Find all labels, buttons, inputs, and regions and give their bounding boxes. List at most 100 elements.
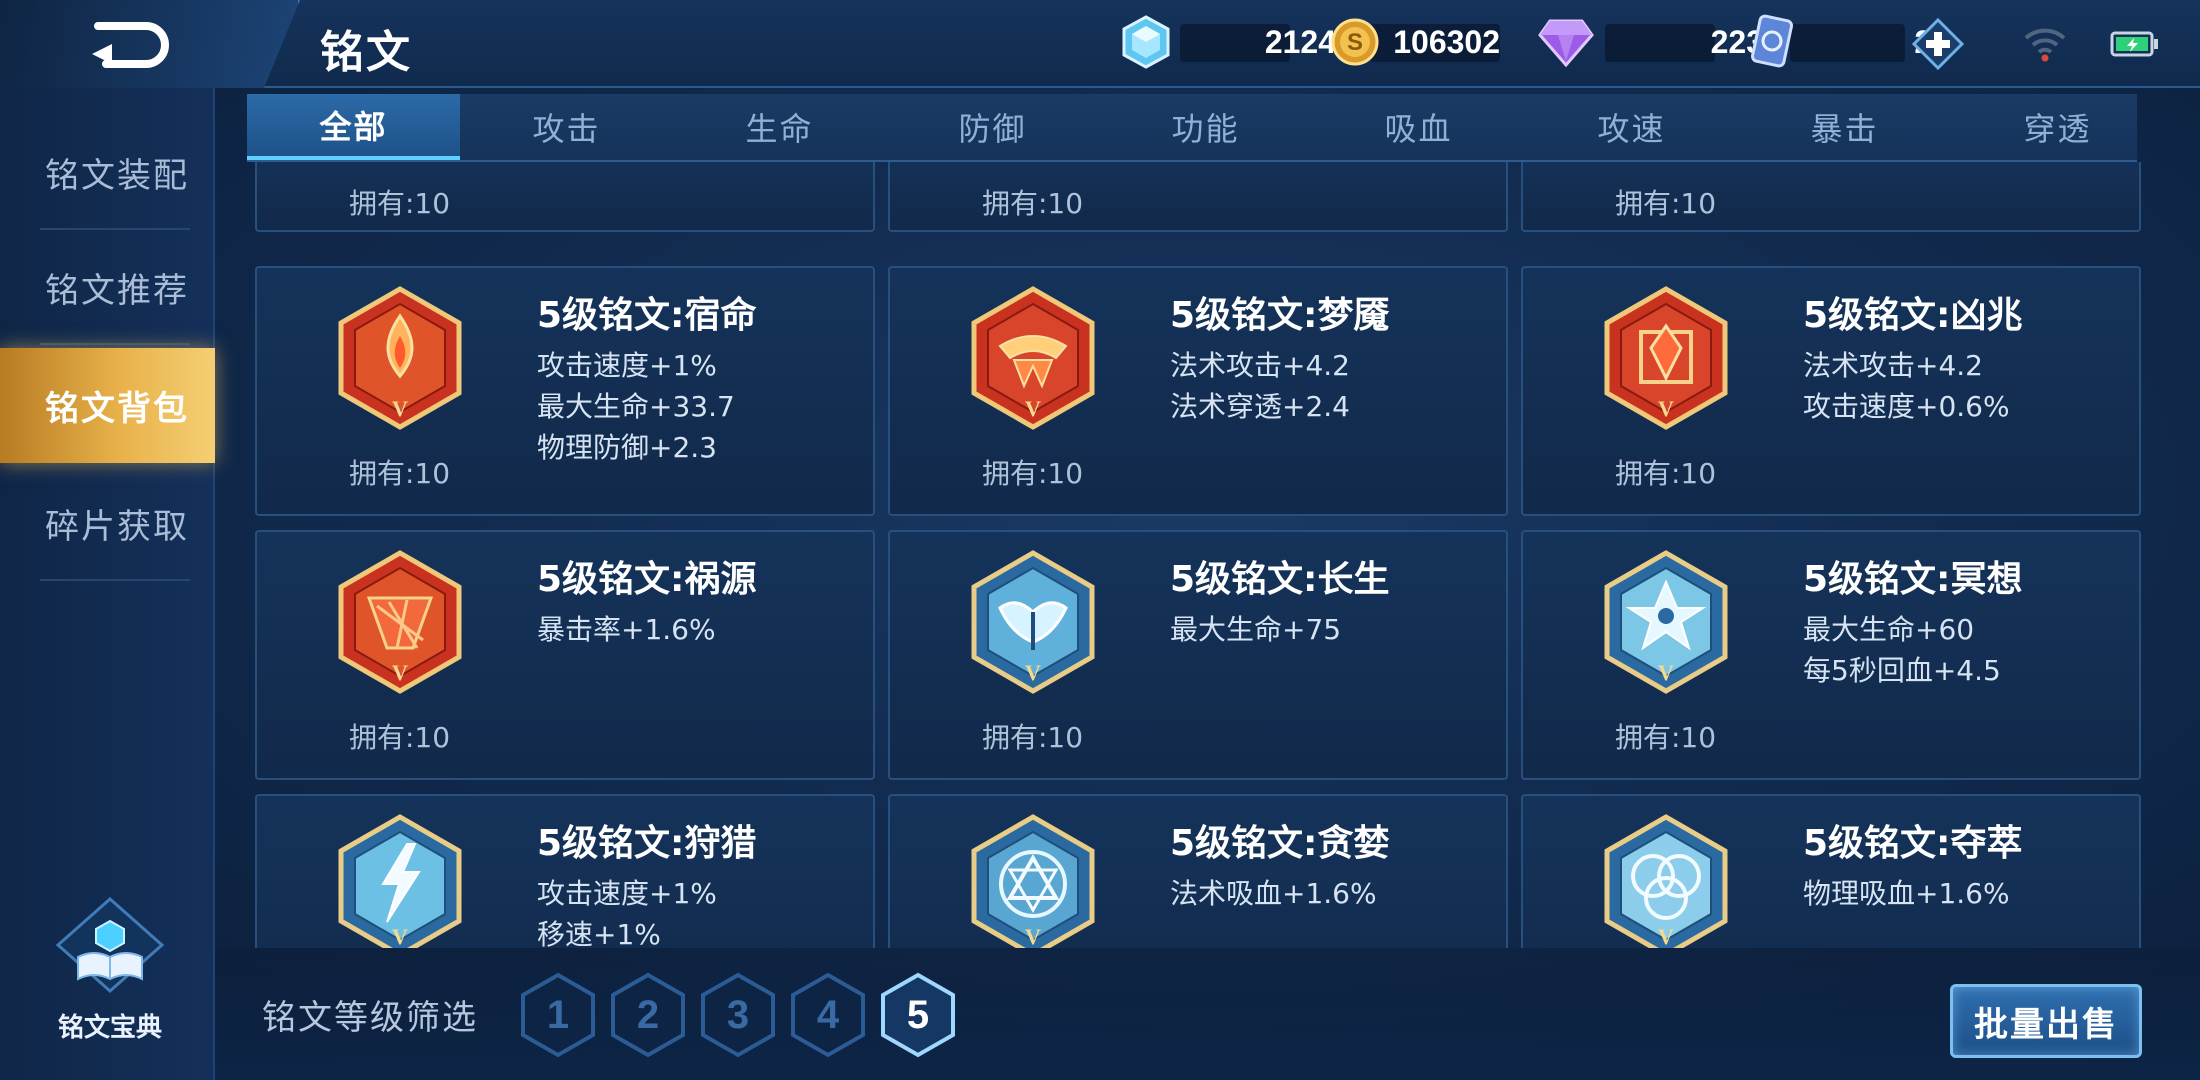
rune-name: 5级铭文:贪婪 [1170, 823, 1390, 864]
level-filter-label: 铭文等级筛选 [262, 998, 478, 1038]
category-tabs: 全部 攻击 生命 防御 功能 吸血 攻速 暴击 穿透 [247, 94, 2137, 162]
rune-name: 5级铭文:凶兆 [1803, 295, 2023, 336]
tab-crit[interactable]: 暴击 [1738, 94, 1951, 160]
resource-amount: 2124 [1264, 23, 1336, 60]
gold-coin-icon: S [1331, 18, 1379, 66]
owned-count: 拥有:10 [1615, 457, 1717, 490]
level-number: 5 [906, 992, 930, 1037]
resource-crystal[interactable]: 2124 [1120, 14, 1336, 70]
owned-count: 拥有:10 [349, 721, 451, 754]
rune-card-partial[interactable]: 拥有:10 [255, 162, 875, 232]
level-number: 4 [816, 992, 840, 1037]
tab-attack[interactable]: 攻击 [460, 94, 673, 160]
rune-stat: 攻击速度+1% [537, 349, 717, 382]
rune-name: 5级铭文:梦魇 [1170, 295, 1390, 336]
owned-count: 拥有:10 [349, 457, 451, 490]
svg-text:V: V [1658, 924, 1674, 948]
rune-name: 5级铭文:宿命 [537, 295, 757, 336]
rune-card-suming[interactable]: V 5级铭文:宿命 攻击速度+1% 最大生命+33.7 物理防御+2.3 拥有:… [255, 266, 875, 516]
owned-count: 拥有:10 [982, 721, 1084, 754]
rune-card-partial[interactable]: 拥有:10 [1521, 162, 2141, 232]
rune-stat: 攻击速度+1% [537, 877, 717, 910]
level-filter-2[interactable]: 2 [610, 972, 686, 1058]
level-filter-5[interactable]: 5 [880, 972, 956, 1058]
svg-text:V: V [392, 924, 408, 948]
owned-count: 拥有:10 [349, 187, 451, 220]
rune-stat: 法术攻击+4.2 [1170, 349, 1350, 382]
sidebar-item-equip[interactable]: 铭文装配 [0, 115, 215, 230]
rune-stat: 每5秒回血+4.5 [1803, 654, 2001, 687]
tab-utility[interactable]: 功能 [1099, 94, 1312, 160]
rune-greed-icon: V [971, 814, 1095, 948]
rune-stat: 最大生命+60 [1803, 613, 1975, 646]
sidebar-item-bag[interactable]: 铭文背包 [0, 348, 215, 463]
rune-card-tanlan[interactable]: V 5级铭文:贪婪 法术吸血+1.6% [888, 794, 1508, 948]
rune-longevity-icon: V [971, 550, 1095, 694]
rune-stat: 物理防御+2.3 [537, 431, 717, 464]
svg-text:V: V [1658, 660, 1674, 685]
level-number: 3 [726, 992, 750, 1037]
sidebar-item-fragments[interactable]: 碎片获取 [0, 466, 215, 581]
level-number: 2 [636, 992, 660, 1037]
divider [40, 579, 190, 581]
level-filter-4[interactable]: 4 [790, 972, 866, 1058]
rune-name: 5级铭文:祸源 [537, 559, 757, 600]
rune-name: 5级铭文:长生 [1170, 559, 1390, 600]
rune-hunt-icon: V [338, 814, 462, 948]
rune-omen-icon: V [1604, 286, 1728, 430]
tab-attack-speed[interactable]: 攻速 [1525, 94, 1738, 160]
rune-card-xiongzhao[interactable]: V 5级铭文:凶兆 法术攻击+4.2 攻击速度+0.6% 拥有:10 [1521, 266, 2141, 516]
rune-card-mengyan[interactable]: V 5级铭文:梦魇 法术攻击+4.2 法术穿透+2.4 拥有:10 [888, 266, 1508, 516]
rune-card-duocui[interactable]: V 5级铭文:夺萃 物理吸血+1.6% [1521, 794, 2141, 948]
battery-icon [2110, 31, 2158, 57]
svg-text:V: V [392, 660, 408, 685]
resource-amount: 223 [1710, 23, 1764, 60]
level-number: 1 [546, 992, 570, 1037]
level-filter-1[interactable]: 1 [520, 972, 596, 1058]
level-filter-3[interactable]: 3 [700, 972, 776, 1058]
rune-card-shoulie[interactable]: V 5级铭文:狩猎 攻击速度+1% 移速+1% [255, 794, 875, 948]
tab-defense[interactable]: 防御 [886, 94, 1099, 160]
rune-stat: 法术吸血+1.6% [1170, 877, 1377, 910]
svg-text:V: V [392, 396, 408, 421]
rune-meditation-icon: V [1604, 550, 1728, 694]
tab-penetration[interactable]: 穿透 [1951, 94, 2164, 160]
rune-stat: 物理吸血+1.6% [1803, 877, 2010, 910]
tab-health[interactable]: 生命 [673, 94, 886, 160]
rune-card-changsheng[interactable]: V 5级铭文:长生 最大生命+75 拥有:10 [888, 530, 1508, 780]
svg-text:V: V [1025, 396, 1041, 421]
codex-book-icon [55, 896, 165, 994]
rune-fate-icon: V [338, 286, 462, 430]
rune-card-mingxiang[interactable]: V 5级铭文:冥想 最大生命+60 每5秒回血+4.5 拥有:10 [1521, 530, 2141, 780]
rune-stat: 法术攻击+4.2 [1803, 349, 1983, 382]
sidebar-item-label: 铭文推荐 [45, 271, 189, 311]
bottom-bar [215, 948, 2200, 1080]
rune-card-huoyuan[interactable]: V 5级铭文:祸源 暴击率+1.6% 拥有:10 [255, 530, 875, 780]
top-bar: 铭文 2124 S 106302 223 24 [0, 0, 2200, 88]
wifi-signal-icon [2024, 28, 2066, 62]
resource-gold[interactable]: S 106302 [1330, 14, 1500, 70]
tab-all[interactable]: 全部 [247, 94, 460, 160]
rune-stat: 法术穿透+2.4 [1170, 390, 1350, 423]
sidebar-item-recommend[interactable]: 铭文推荐 [0, 230, 215, 345]
rune-nightmare-icon: V [971, 286, 1095, 430]
add-plus-icon[interactable] [1912, 18, 1964, 70]
card-ticket-icon [1750, 14, 1794, 68]
rune-card-partial[interactable]: 拥有:10 [888, 162, 1508, 232]
tab-lifesteal[interactable]: 吸血 [1312, 94, 1525, 160]
sidebar-item-label: 铭文背包 [45, 389, 189, 429]
codex-label: 铭文宝典 [57, 1013, 162, 1043]
owned-count: 拥有:10 [1615, 721, 1717, 754]
back-button[interactable] [88, 20, 172, 70]
rune-calamity-icon: V [338, 550, 462, 694]
bulk-sell-button[interactable]: 批量出售 [1950, 984, 2142, 1058]
rune-extraction-icon: V [1604, 814, 1728, 948]
owned-count: 拥有:10 [982, 457, 1084, 490]
rune-codex-button[interactable]: 铭文宝典 [50, 895, 170, 1045]
crystal-gem-icon [1122, 15, 1170, 69]
rune-grid: 拥有:10 拥有:10 拥有:10 V 5级铭文:宿命 攻击速度+1% 最大生命… [247, 162, 2143, 948]
owned-count: 拥有:10 [1615, 187, 1717, 220]
resource-diamond[interactable]: 223 [1538, 14, 1764, 70]
rune-stat: 暴击率+1.6% [537, 613, 716, 646]
resource-amount: 106302 [1393, 23, 1500, 60]
